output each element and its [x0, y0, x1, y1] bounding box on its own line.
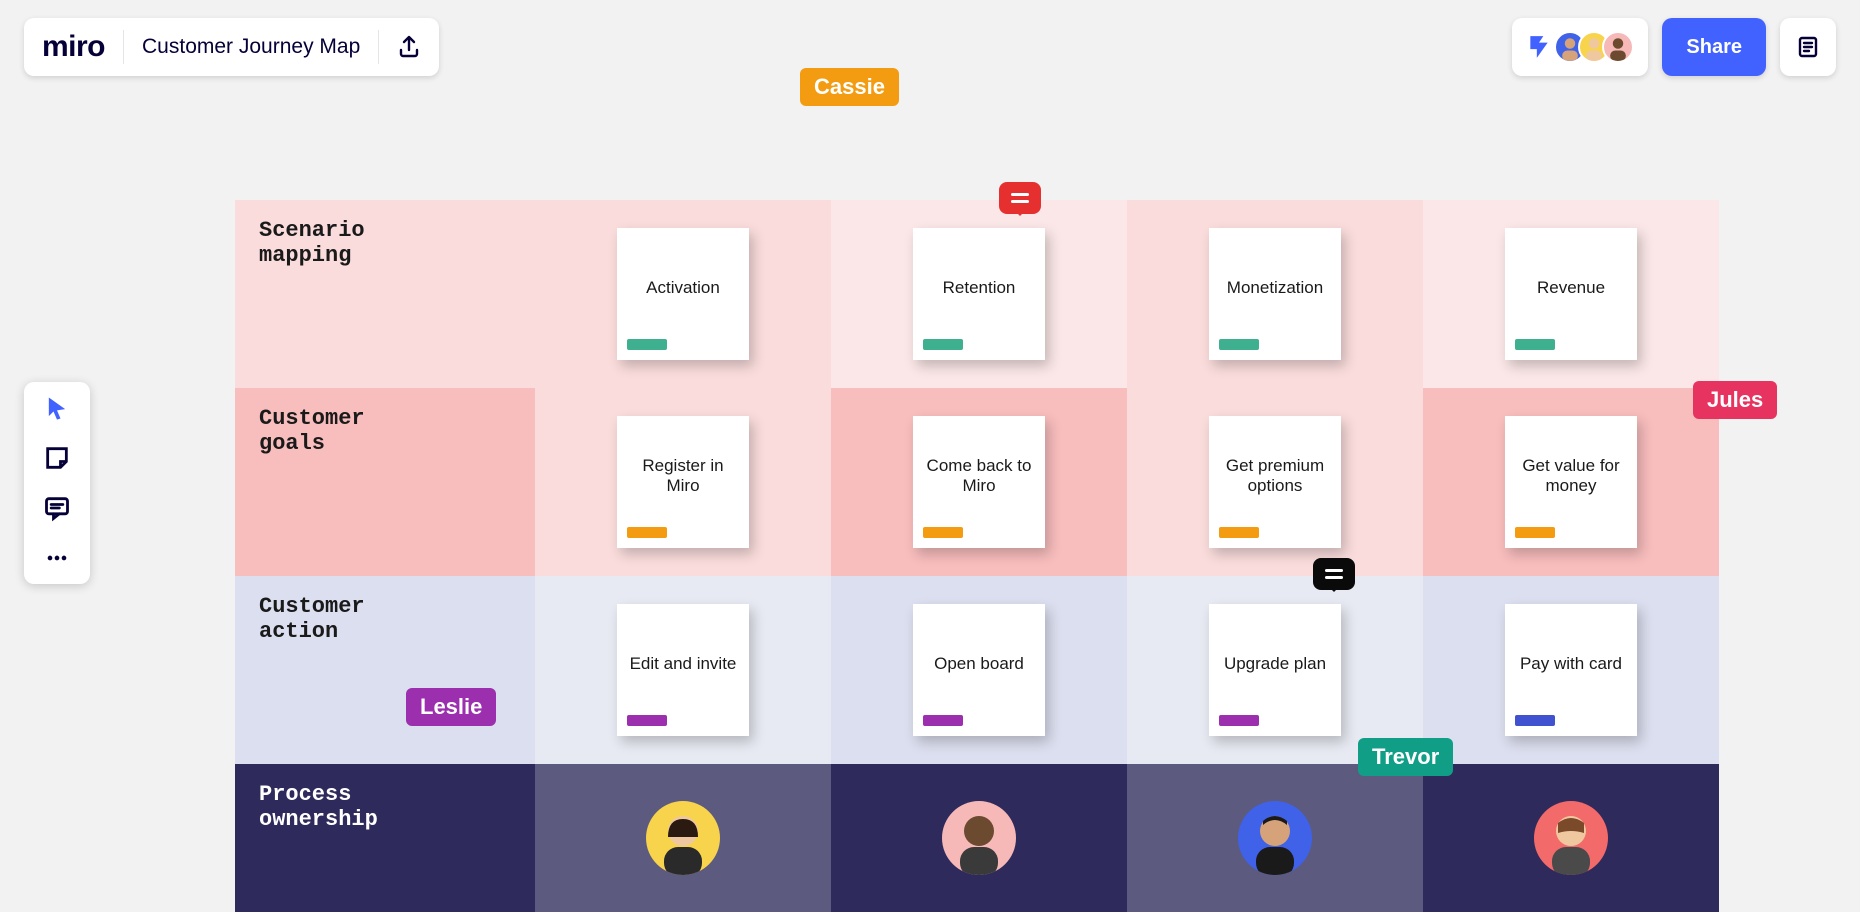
select-tool-icon[interactable] — [43, 394, 71, 422]
topbar-left: miro Customer Journey Map — [24, 18, 439, 76]
note-tag — [1515, 527, 1555, 538]
note-tag — [1219, 715, 1259, 726]
cursor-tag-jules: Jules — [1693, 381, 1777, 419]
sticky-note[interactable]: Monetization — [1209, 228, 1341, 360]
note-text: Edit and invite — [630, 654, 737, 674]
owner-avatar[interactable] — [646, 801, 720, 875]
cell[interactable]: Get premium options — [1127, 388, 1423, 576]
row-label: Customer goals — [235, 388, 535, 576]
sticky-note-tool-icon[interactable] — [43, 444, 71, 472]
board-title[interactable]: Customer Journey Map — [142, 35, 360, 59]
comment-icon[interactable] — [1313, 558, 1355, 590]
export-icon[interactable] — [397, 35, 421, 59]
row-label: Process ownership — [235, 764, 535, 912]
note-text: Open board — [934, 654, 1024, 674]
cell[interactable]: Revenue — [1423, 200, 1719, 388]
comment-tool-icon[interactable] — [43, 494, 71, 522]
note-text: Retention — [943, 278, 1016, 298]
avatar[interactable] — [1602, 31, 1634, 63]
left-toolbox — [24, 382, 90, 584]
row-scenario: Scenario mapping Activation .r1 .bubble:… — [235, 200, 1721, 388]
sticky-note[interactable]: Come back to Miro — [913, 416, 1045, 548]
note-tag — [923, 339, 963, 350]
row-action: Customer action Edit and invite Open boa… — [235, 576, 1721, 764]
note-text: Monetization — [1227, 278, 1323, 298]
sticky-note[interactable]: Activation — [617, 228, 749, 360]
sticky-note[interactable]: Get value for money — [1505, 416, 1637, 548]
more-tools-icon[interactable] — [43, 544, 71, 572]
sticky-note[interactable]: Edit and invite — [617, 604, 749, 736]
sticky-note[interactable]: Get premium options — [1209, 416, 1341, 548]
owner-avatar[interactable] — [1238, 801, 1312, 875]
cell[interactable]: Pay with card — [1423, 576, 1719, 764]
note-tag — [1515, 339, 1555, 350]
owner-avatar[interactable] — [942, 801, 1016, 875]
cell[interactable]: Register in Miro — [535, 388, 831, 576]
cell[interactable] — [831, 764, 1127, 912]
note-tag — [923, 527, 963, 538]
cursor-tag-leslie: Leslie — [406, 688, 496, 726]
note-text: Pay with card — [1520, 654, 1622, 674]
note-tag — [1219, 339, 1259, 350]
comment-icon[interactable] — [999, 182, 1041, 214]
sticky-note[interactable]: Register in Miro — [617, 416, 749, 548]
note-tag — [627, 715, 667, 726]
sticky-note[interactable]: Retention — [913, 228, 1045, 360]
note-tag — [1219, 527, 1259, 538]
cell[interactable]: Edit and invite — [535, 576, 831, 764]
sticky-note[interactable]: Open board — [913, 604, 1045, 736]
row-label: Scenario mapping — [235, 200, 535, 388]
app-logo[interactable]: miro — [42, 30, 105, 64]
sticky-note[interactable]: Revenue — [1505, 228, 1637, 360]
facilitation-icon[interactable] — [1526, 34, 1552, 60]
note-tag — [627, 527, 667, 538]
note-text: Revenue — [1537, 278, 1605, 298]
note-text: Get premium options — [1219, 456, 1331, 496]
note-tag — [627, 339, 667, 350]
cell[interactable]: Monetization — [1127, 200, 1423, 388]
note-text: Get value for money — [1515, 456, 1627, 496]
sticky-note[interactable]: Pay with card — [1505, 604, 1637, 736]
row-ownership: Process ownership — [235, 764, 1721, 912]
avatar-stack[interactable] — [1562, 31, 1634, 63]
note-text: Register in Miro — [627, 456, 739, 496]
cell[interactable]: Get value for money — [1423, 388, 1719, 576]
cell[interactable]: .r3 .bubble::after{border-top-color:#0a0… — [1127, 576, 1423, 764]
cell[interactable]: Open board — [831, 576, 1127, 764]
cell[interactable]: .r1 .bubble::after{border-top-color:#e63… — [831, 200, 1127, 388]
topbar-right: Share — [1512, 18, 1836, 76]
row-goals: Customer goals Register in Miro Come bac… — [235, 388, 1721, 576]
notes-button[interactable] — [1780, 18, 1836, 76]
row-label: Customer action — [235, 576, 535, 764]
divider — [123, 30, 124, 64]
cell[interactable] — [1423, 764, 1719, 912]
note-tag — [1515, 715, 1555, 726]
cursor-tag-trevor: Trevor — [1358, 738, 1453, 776]
collaborators-pill[interactable] — [1512, 18, 1648, 76]
cell[interactable] — [535, 764, 831, 912]
sticky-note[interactable]: Upgrade plan — [1209, 604, 1341, 736]
note-text: Come back to Miro — [923, 456, 1035, 496]
note-text: Upgrade plan — [1224, 654, 1326, 674]
cell[interactable]: Activation — [535, 200, 831, 388]
cell[interactable]: Come back to Miro — [831, 388, 1127, 576]
cursor-tag-cassie: Cassie — [800, 68, 899, 106]
owner-avatar[interactable] — [1534, 801, 1608, 875]
share-button[interactable]: Share — [1662, 18, 1766, 76]
journey-map-canvas[interactable]: Scenario mapping Activation .r1 .bubble:… — [235, 200, 1721, 912]
cell[interactable] — [1127, 764, 1423, 912]
note-text: Activation — [646, 278, 720, 298]
note-tag — [923, 715, 963, 726]
divider — [378, 30, 379, 64]
